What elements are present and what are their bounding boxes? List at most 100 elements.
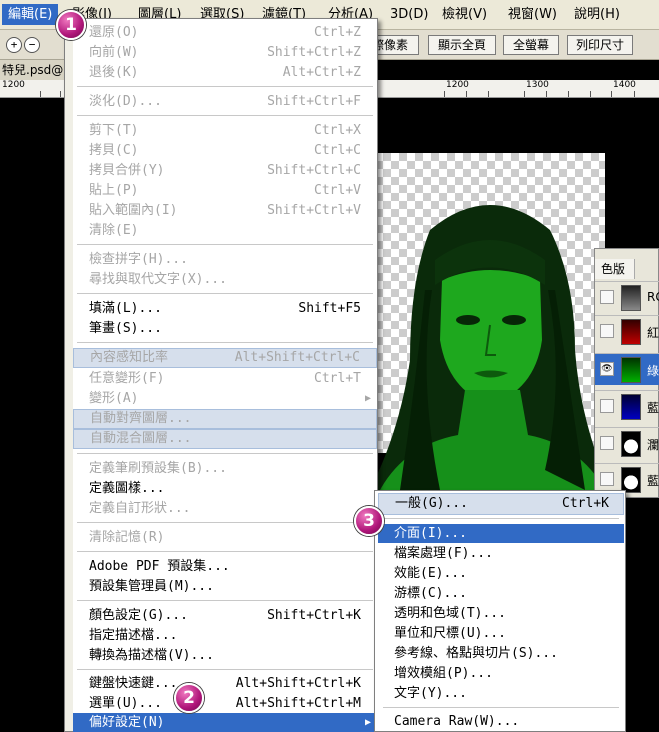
menu-item-fade[interactable]: 淡化(D)... Shift+Ctrl+F xyxy=(73,92,377,111)
channel-row[interactable]: 瀾 xyxy=(595,427,659,459)
channel-thumbnail xyxy=(621,319,641,345)
menu-item-check-spelling[interactable]: 檢查拼字(H)... xyxy=(73,250,377,269)
green-channel-portrait xyxy=(370,205,610,490)
visibility-toggle-icon[interactable] xyxy=(600,324,614,338)
menu-separator xyxy=(77,86,373,87)
print-size-button[interactable]: 列印尺寸 xyxy=(567,35,633,55)
step-marker-1: 1 xyxy=(56,10,86,40)
menu-item-step-backward[interactable]: 退後(K) Alt+Ctrl+Z xyxy=(73,63,377,82)
zoom-in-icon[interactable]: + xyxy=(6,37,22,53)
menu-item-interface[interactable]: 介面(I)... xyxy=(378,524,624,543)
channel-name: RG xyxy=(647,290,659,304)
channel-name: 綠 xyxy=(647,364,659,378)
menu-item-step-forward[interactable]: 向前(W) Shift+Ctrl+Z xyxy=(73,43,377,62)
channel-thumbnail xyxy=(621,285,641,311)
menu-item-units-rulers[interactable]: 單位和尺標(U)... xyxy=(378,624,624,643)
menu-separator xyxy=(77,669,373,670)
visibility-toggle-icon[interactable] xyxy=(600,436,614,450)
menu-item-assign-profile[interactable]: 指定描述檔... xyxy=(73,626,377,645)
ruler-tick-label: 1200 xyxy=(2,80,25,90)
visibility-toggle-icon[interactable] xyxy=(600,399,614,413)
menu-item-content-aware-scale[interactable]: 內容感知比率 Alt+Shift+Ctrl+C xyxy=(73,348,377,368)
document-tab[interactable]: 特兒.psd@8 xyxy=(0,60,70,80)
menu-separator xyxy=(77,293,373,294)
menu-item-transparency-gamut[interactable]: 透明和色域(T)... xyxy=(378,604,624,623)
menu-item-color-settings[interactable]: 顏色設定(G)... Shift+Ctrl+K xyxy=(73,606,377,625)
channel-thumbnail xyxy=(621,394,641,420)
visibility-toggle-icon[interactable] xyxy=(600,290,614,304)
channel-name: 藍 xyxy=(647,474,659,488)
menu-item-define-brush-preset[interactable]: 定義筆刷預設集(B)... xyxy=(73,459,377,478)
fit-screen-button[interactable]: 顯示全頁 xyxy=(428,35,496,55)
menu-window[interactable]: 視窗(W) xyxy=(508,4,557,25)
channel-row[interactable]: 👁 綠 xyxy=(595,353,659,385)
channel-row[interactable]: 紅 xyxy=(595,315,659,347)
zoom-out-icon[interactable]: − xyxy=(24,37,40,53)
menu-item-menus[interactable]: 選單(U)... Alt+Shift+Ctrl+M xyxy=(73,694,377,713)
menu-item-cursors[interactable]: 游標(C)... xyxy=(378,584,624,603)
channel-row[interactable]: RG xyxy=(595,281,659,313)
menu-item-file-handling[interactable]: 檔案處理(F)... xyxy=(378,544,624,563)
ruler-tick-label: 1200 xyxy=(446,80,469,90)
preferences-submenu: 一般(G)... Ctrl+K 介面(I)... 檔案處理(F)... 效能(E)… xyxy=(374,490,626,732)
channel-thumbnail xyxy=(621,431,641,457)
channel-row[interactable]: 藍 xyxy=(595,390,659,422)
menu-separator xyxy=(77,115,373,116)
menu-item-preferences[interactable]: 偏好設定(N) ▶ xyxy=(73,713,377,732)
menu-item-clear[interactable]: 清除(E) xyxy=(73,221,377,240)
menu-separator xyxy=(383,707,619,708)
menu-separator xyxy=(77,600,373,601)
eye-icon[interactable]: 👁 xyxy=(600,362,614,376)
menu-item-free-transform[interactable]: 任意變形(F) Ctrl+T xyxy=(73,369,377,388)
menu-item-define-pattern[interactable]: 定義圖樣... xyxy=(73,479,377,498)
menu-item-undo[interactable]: 還原(O) Ctrl+Z xyxy=(73,23,377,42)
menu-separator xyxy=(77,551,373,552)
menu-item-preset-manager[interactable]: 預設集管理員(M)... xyxy=(73,577,377,596)
channels-tab[interactable]: 色版 xyxy=(595,259,635,279)
ruler-tick-label: 1300 xyxy=(526,80,549,90)
menu-3d[interactable]: 3D(D) xyxy=(390,4,428,25)
menu-item-keyboard-shortcuts[interactable]: 鍵盤快速鍵... Alt+Shift+Ctrl+K xyxy=(73,674,377,693)
menu-item-purge[interactable]: 清除記憶(R) xyxy=(73,528,377,547)
edit-menu: 還原(O) Ctrl+Z 向前(W) Shift+Ctrl+Z 退後(K) Alt+C… xyxy=(64,18,378,732)
menu-separator xyxy=(77,244,373,245)
menu-item-guides-grid-slices[interactable]: 參考線、格點與切片(S)... xyxy=(378,644,624,663)
menu-item-general[interactable]: 一般(G)... Ctrl+K xyxy=(378,493,624,515)
menu-item-auto-align-layers[interactable]: 自動對齊圖層... xyxy=(73,409,377,429)
menu-item-copy-merged[interactable]: 拷貝合併(Y) Shift+Ctrl+C xyxy=(73,161,377,180)
menu-edit[interactable]: 編輯(E) xyxy=(2,4,59,25)
ruler-tick-label: 1400 xyxy=(613,80,636,90)
channel-thumbnail xyxy=(621,357,641,383)
step-marker-2: 2 xyxy=(174,683,204,713)
channels-panel: 色版 RG 紅 👁 綠 藍 瀾 藍 xyxy=(594,248,659,498)
submenu-arrow-icon: ▶ xyxy=(364,717,371,728)
menu-item-type[interactable]: 文字(Y)... xyxy=(378,684,624,703)
menu-separator xyxy=(77,342,373,343)
fill-screen-button[interactable]: 全螢幕 xyxy=(503,35,559,55)
menu-item-transform[interactable]: 變形(A) ▶ xyxy=(73,389,377,408)
menu-item-camera-raw[interactable]: Camera Raw(W)... xyxy=(378,712,624,731)
menu-item-fill[interactable]: 填滿(L)... Shift+F5 xyxy=(73,299,377,318)
menu-item-find-replace[interactable]: 尋找與取代文字(X)... xyxy=(73,270,377,289)
menu-item-pdf-presets[interactable]: Adobe PDF 預設集... xyxy=(73,557,377,576)
menu-item-copy[interactable]: 拷貝(C) Ctrl+C xyxy=(73,141,377,160)
menu-separator xyxy=(383,518,619,519)
channel-name: 藍 xyxy=(647,401,659,415)
menu-separator xyxy=(77,453,373,454)
menu-item-plugins[interactable]: 增效模組(P)... xyxy=(378,664,624,683)
channel-name: 紅 xyxy=(647,326,659,340)
menu-item-cut[interactable]: 剪下(T) Ctrl+X xyxy=(73,121,377,140)
visibility-toggle-icon[interactable] xyxy=(600,472,614,486)
menu-item-stroke[interactable]: 筆畫(S)... xyxy=(73,319,377,338)
menu-view[interactable]: 檢視(V) xyxy=(442,4,487,25)
menu-item-define-custom-shape[interactable]: 定義自訂形狀... xyxy=(73,499,377,518)
channel-name: 瀾 xyxy=(647,438,659,452)
menu-item-paste-into[interactable]: 貼入範圍內(I) Shift+Ctrl+V xyxy=(73,201,377,220)
menu-item-paste[interactable]: 貼上(P) Ctrl+V xyxy=(73,181,377,200)
menu-separator xyxy=(77,522,373,523)
menu-help[interactable]: 說明(H) xyxy=(574,4,620,25)
step-marker-3: 3 xyxy=(354,506,384,536)
menu-item-performance[interactable]: 效能(E)... xyxy=(378,564,624,583)
menu-item-auto-blend-layers[interactable]: 自動混合圖層... xyxy=(73,429,377,449)
menu-item-convert-to-profile[interactable]: 轉換為描述檔(V)... xyxy=(73,646,377,665)
